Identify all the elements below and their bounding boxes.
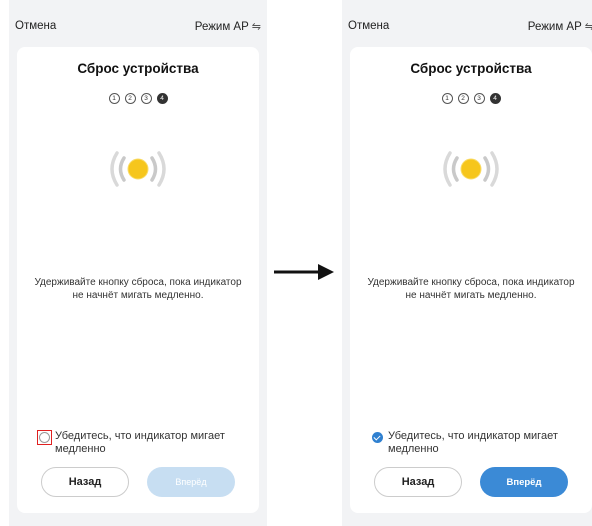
step-3: 3	[473, 93, 485, 104]
nav-buttons: Назад Вперёд	[41, 467, 235, 497]
swap-icon: ⇋	[251, 21, 261, 33]
ap-mode-button[interactable]: Режим AP ⇋	[194, 20, 261, 34]
step-4: 4	[489, 93, 501, 104]
next-button[interactable]: Вперёд	[147, 467, 235, 497]
left-screen: Отмена Режим AP ⇋ Сброс устройства 1 2 3…	[9, 0, 267, 526]
step-1: 1	[108, 93, 120, 104]
confirm-checkbox[interactable]	[37, 430, 52, 445]
ap-mode-button[interactable]: Режим AP ⇋	[527, 20, 592, 34]
page-title: Сброс устройства	[77, 61, 199, 76]
top-bar: Отмена Режим AP ⇋	[348, 20, 592, 38]
confirm-checkbox[interactable]	[372, 432, 383, 443]
nav-buttons: Назад Вперёд	[374, 467, 568, 497]
right-screen: Отмена Режим AP ⇋ Сброс устройства 1 2 3…	[342, 0, 592, 526]
next-button[interactable]: Вперёд	[480, 467, 568, 497]
step-indicator: 1 2 3 4	[350, 93, 592, 104]
swap-icon: ⇋	[584, 21, 592, 33]
reset-card: Сброс устройства 1 2 3 4 Удерживайте кно…	[17, 47, 259, 513]
ap-mode-label: Режим AP	[527, 20, 582, 33]
top-bar: Отмена Режим AP ⇋	[15, 20, 261, 38]
reset-card: Сброс устройства 1 2 3 4 Удерживайте кно…	[350, 47, 592, 513]
instruction-text: Удерживайте кнопку сброса, пока индикато…	[367, 277, 575, 301]
highlight-box	[37, 430, 52, 445]
blinking-indicator-icon	[443, 151, 499, 187]
confirm-row[interactable]: Убедитесь, что индикатор мигает медленно	[372, 430, 582, 456]
back-button[interactable]: Назад	[374, 467, 462, 497]
cancel-button[interactable]: Отмена	[15, 20, 56, 32]
step-2: 2	[457, 93, 469, 104]
step-2: 2	[124, 93, 136, 104]
back-button[interactable]: Назад	[41, 467, 129, 497]
step-4: 4	[156, 93, 168, 104]
confirm-label: Убедитесь, что индикатор мигает медленно	[55, 430, 225, 455]
instruction-text: Удерживайте кнопку сброса, пока индикато…	[34, 277, 242, 301]
transition-arrow-icon	[274, 264, 334, 280]
blinking-indicator-icon	[110, 151, 166, 187]
confirm-row[interactable]: Убедитесь, что индикатор мигает медленно	[37, 430, 249, 456]
step-3: 3	[140, 93, 152, 104]
step-1: 1	[441, 93, 453, 104]
cancel-button[interactable]: Отмена	[348, 20, 389, 32]
page-title: Сброс устройства	[410, 61, 532, 76]
ap-mode-label: Режим AP	[194, 20, 249, 33]
confirm-label: Убедитесь, что индикатор мигает медленно	[388, 430, 558, 455]
step-indicator: 1 2 3 4	[17, 93, 259, 104]
